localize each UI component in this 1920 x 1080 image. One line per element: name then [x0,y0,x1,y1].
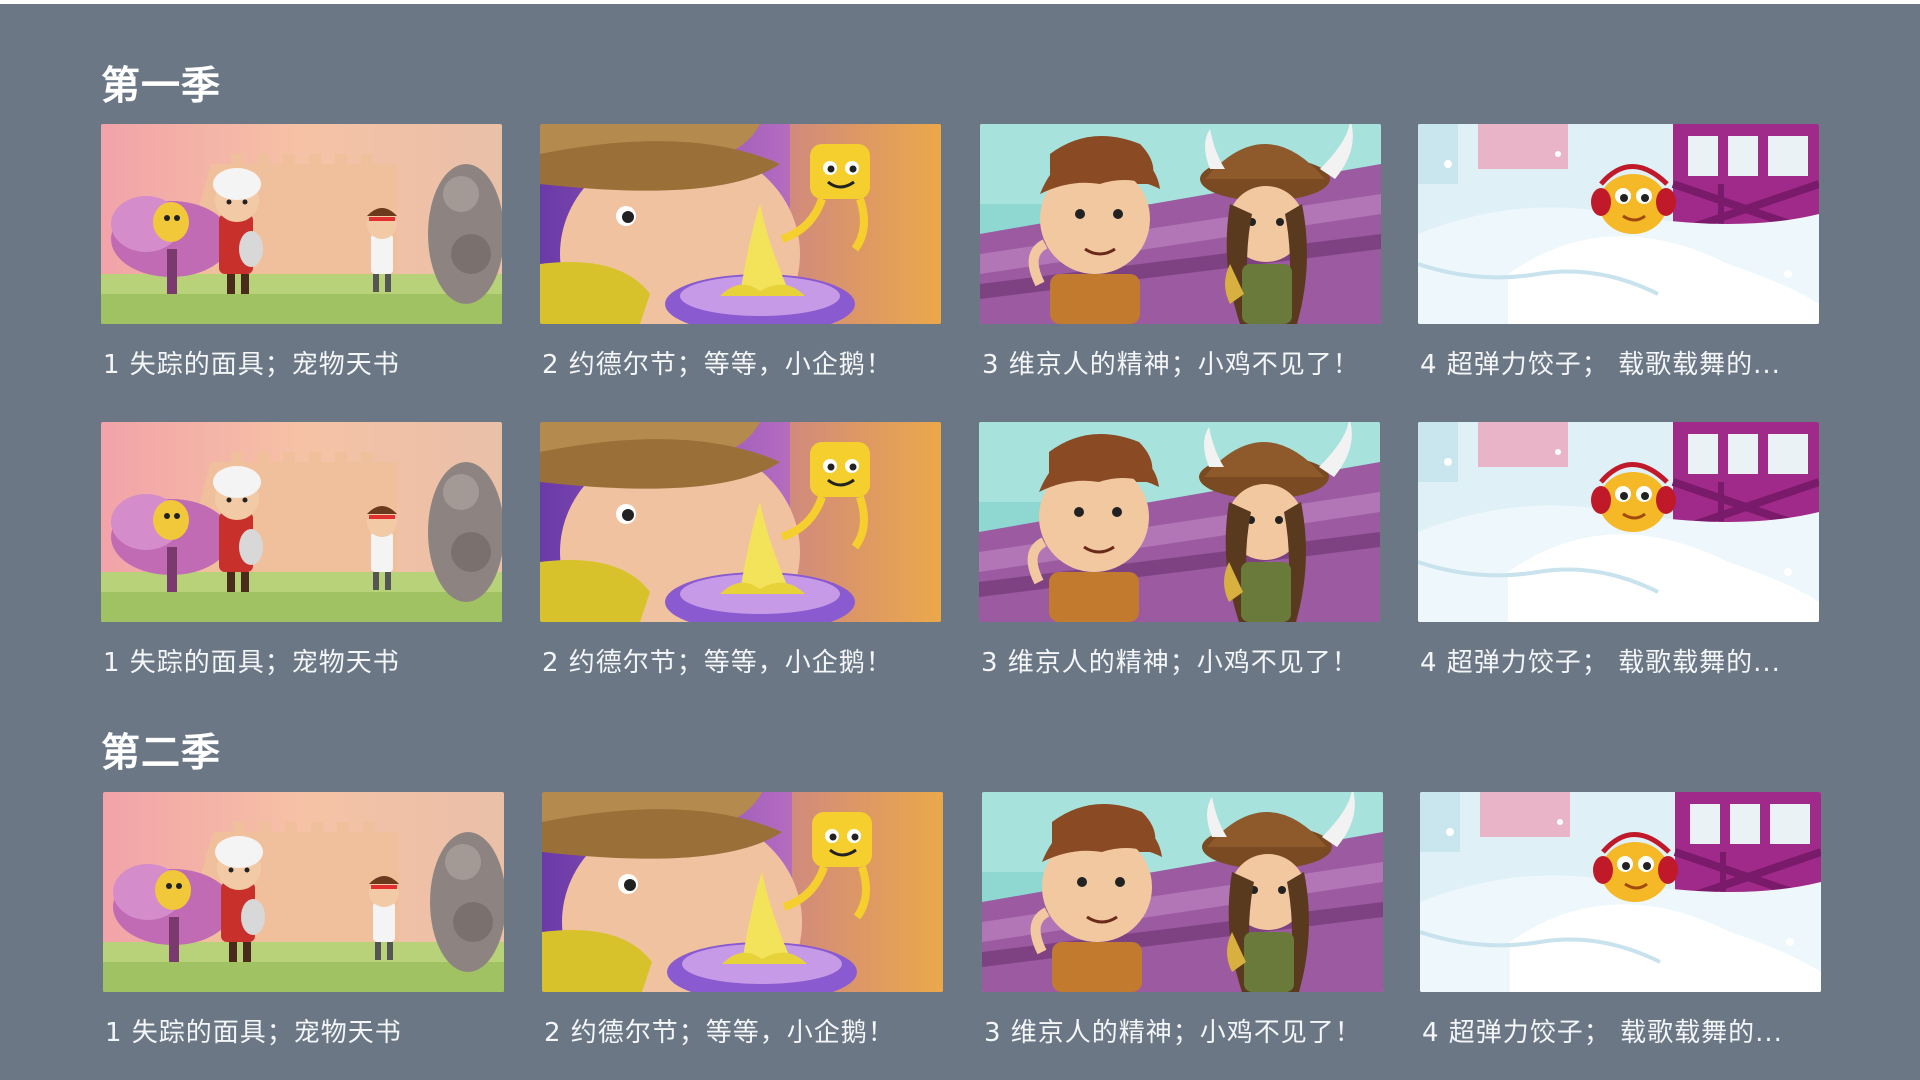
episode-thumbnail [982,792,1383,992]
episode-card[interactable]: 2 约德尔节；等等，小企鹅！ [542,792,943,1048]
episode-title: 3 维京人的精神；小鸡不见了！ [982,350,1360,380]
episode-title: 4 超弹力饺子； 载歌载舞的... [1422,1018,1783,1048]
episode-thumbnail [542,792,943,992]
episode-row: 1 失踪的面具；宠物天书 2 约德尔节；等等，小企鹅！ 3 维京人的精神；小鸡不… [0,124,1920,384]
episode-title: 2 约德尔节；等等，小企鹅！ [542,648,893,678]
episode-title: 4 超弹力饺子； 载歌载舞的... [1420,648,1781,678]
top-bar [0,0,1920,4]
episode-thumbnail [101,124,502,324]
episode-row: 1 失踪的面具；宠物天书 2 约德尔节；等等，小企鹅！ 3 维京人的精神；小鸡不… [0,792,1920,1052]
episode-card[interactable]: 4 超弹力饺子； 载歌载舞的... [1418,422,1819,678]
episode-card[interactable]: 1 失踪的面具；宠物天书 [103,792,504,1048]
episode-card[interactable]: 1 失踪的面具；宠物天书 [101,124,502,380]
episode-thumbnail [1418,124,1819,324]
episode-card[interactable]: 4 超弹力饺子； 载歌载舞的... [1420,792,1821,1048]
episode-title: 3 维京人的精神；小鸡不见了！ [981,648,1359,678]
episode-title: 1 失踪的面具；宠物天书 [103,350,400,380]
episode-title: 3 维京人的精神；小鸡不见了！ [984,1018,1362,1048]
episode-thumbnail [1420,792,1821,992]
section-title-season-1: 第一季 [101,64,222,109]
episode-title: 2 约德尔节；等等，小企鹅！ [542,350,893,380]
episode-card[interactable]: 1 失踪的面具；宠物天书 [101,422,502,678]
section-title-season-2: 第二季 [101,731,222,776]
episode-thumbnail [1418,422,1819,622]
episode-card[interactable]: 2 约德尔节；等等，小企鹅！ [540,124,941,380]
episode-thumbnail [540,422,941,622]
episode-card[interactable]: 3 维京人的精神；小鸡不见了！ [979,422,1380,678]
episode-title: 1 失踪的面具；宠物天书 [103,648,400,678]
episode-title: 4 超弹力饺子； 载歌载舞的... [1420,350,1781,380]
episode-thumbnail [103,792,504,992]
episode-thumbnail [540,124,941,324]
episode-card[interactable]: 3 维京人的精神；小鸡不见了！ [982,792,1383,1048]
episode-title: 2 约德尔节；等等，小企鹅！ [544,1018,895,1048]
episode-thumbnail [980,124,1381,324]
episode-row: 1 失踪的面具；宠物天书 2 约德尔节；等等，小企鹅！ 3 维京人的精神；小鸡不… [0,422,1920,682]
episode-thumbnail [979,422,1380,622]
episode-thumbnail [101,422,502,622]
episode-card[interactable]: 4 超弹力饺子； 载歌载舞的... [1418,124,1819,380]
episode-card[interactable]: 2 约德尔节；等等，小企鹅！ [540,422,941,678]
episode-card[interactable]: 3 维京人的精神；小鸡不见了！ [980,124,1381,380]
episode-title: 1 失踪的面具；宠物天书 [105,1018,402,1048]
